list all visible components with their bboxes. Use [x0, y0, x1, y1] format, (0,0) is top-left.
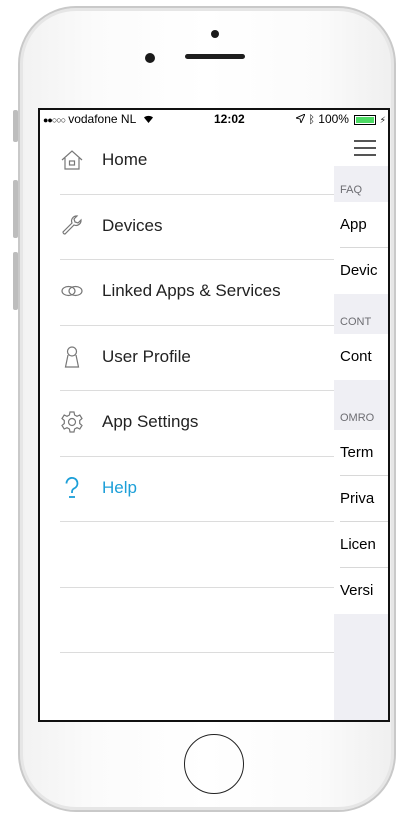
list-cell-label: App — [340, 216, 367, 233]
wifi-icon — [143, 112, 154, 126]
divider — [60, 652, 334, 653]
gear-icon — [60, 410, 84, 434]
front-camera — [145, 53, 155, 63]
section-header-contact: CONT — [340, 316, 372, 328]
menu-item-devices[interactable]: Devices — [40, 194, 334, 259]
phone-screen: ●●○○○ vodafone NL 12:02 ᛒ 100% ⚡ FAQ App … — [38, 108, 390, 722]
menu-item-app-settings[interactable]: App Settings — [40, 390, 334, 455]
list-cell-label: Licen — [340, 536, 376, 553]
user-icon — [60, 345, 84, 369]
status-right: ᛒ 100% ⚡ — [294, 112, 386, 126]
home-button[interactable] — [184, 734, 244, 794]
home-icon — [60, 148, 84, 172]
nav-bar — [334, 128, 388, 166]
background-content-panel: FAQ App Devic CONT Cont OMRO Term Priva … — [334, 128, 388, 720]
menu-item-label: User Profile — [102, 347, 191, 366]
location-arrow-icon — [294, 112, 308, 126]
side-menu: Home Devices Linked Apps & Services User… — [40, 128, 334, 720]
battery-percent: 100% — [318, 112, 349, 126]
carrier-name: vodafone NL — [68, 112, 136, 126]
battery-fill — [356, 116, 375, 123]
list-cell[interactable]: Term — [334, 430, 388, 476]
menu-item-user-profile[interactable]: User Profile — [40, 325, 334, 390]
charging-icon: ⚡ — [379, 115, 386, 125]
list-cell-label: Devic — [340, 262, 378, 279]
menu-item-label: App Settings — [102, 412, 199, 431]
list-cell-label: Cont — [340, 348, 372, 365]
proximity-sensor — [211, 30, 219, 38]
bluetooth-icon: ᛒ — [308, 114, 315, 126]
menu-item-label: Devices — [102, 216, 163, 235]
list-cell-label: Priva — [340, 490, 375, 507]
earpiece-speaker — [185, 54, 245, 59]
menu-item-help[interactable]: Help — [40, 456, 334, 521]
section-header-faq: FAQ — [340, 184, 363, 196]
menu-item-home[interactable]: Home — [40, 128, 334, 193]
list-cell[interactable]: Licen — [334, 522, 388, 568]
list-cell-label: Term — [340, 444, 374, 461]
divider — [60, 521, 334, 522]
list-cell[interactable]: Cont — [334, 334, 388, 380]
status-bar: ●●○○○ vodafone NL 12:02 ᛒ 100% ⚡ — [40, 110, 388, 128]
question-icon — [60, 476, 84, 500]
list-cell[interactable]: Priva — [334, 476, 388, 522]
hamburger-menu-icon[interactable] — [354, 140, 376, 161]
link-icon — [60, 279, 84, 303]
battery-icon — [354, 114, 377, 125]
carrier-info: ●●○○○ vodafone NL — [43, 112, 154, 126]
signal-strength-icon: ●●○○○ — [43, 115, 66, 125]
menu-item-label: Help — [102, 478, 137, 497]
list-cell[interactable]: App — [334, 202, 388, 248]
list-cell[interactable]: Versi — [334, 568, 388, 614]
status-time: 12:02 — [214, 112, 245, 126]
wrench-icon — [60, 214, 84, 238]
list-cell-label: Versi — [340, 582, 374, 599]
menu-item-label: Linked Apps & Services — [102, 281, 281, 300]
menu-item-label: Home — [102, 150, 148, 169]
list-cell[interactable]: Devic — [334, 248, 388, 294]
section-header-omron: OMRO — [340, 412, 375, 424]
divider — [60, 587, 334, 588]
menu-item-linked-apps[interactable]: Linked Apps & Services — [40, 259, 334, 324]
